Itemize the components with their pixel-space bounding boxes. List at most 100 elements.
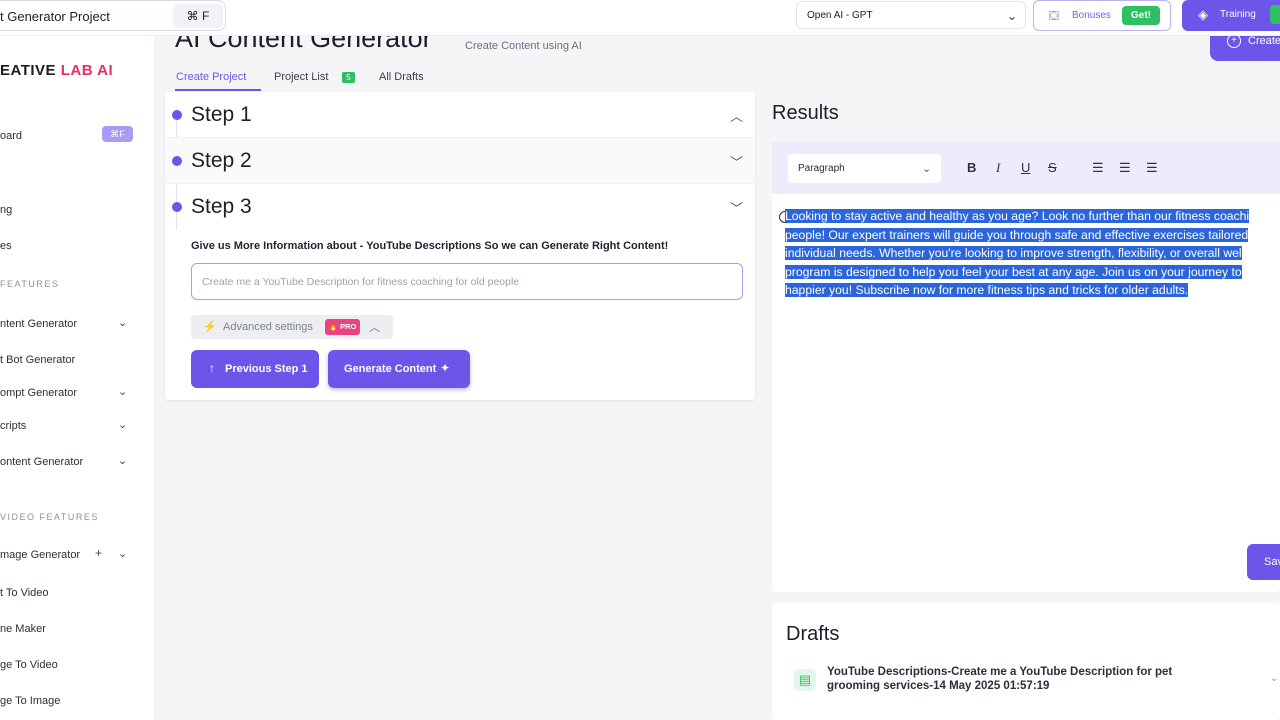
sidebar-item-chat-bot-generator[interactable]: t Bot Generator [0, 348, 150, 372]
result-line: Looking to stay active and healthy as yo… [785, 209, 1250, 223]
strikethrough-button[interactable]: S [1048, 160, 1057, 175]
chevron-down-icon: ⌄ [922, 163, 932, 175]
paragraph-style-select[interactable]: Paragraph ⌄ [788, 154, 941, 183]
paragraph-style-value: Paragraph [798, 163, 845, 174]
info-label: Give us More Information about - YouTube… [191, 240, 669, 252]
chevron-down-icon: ⌄ [118, 419, 128, 431]
sidebar-item-image-to-image[interactable]: ge To Image [0, 689, 150, 713]
draft-item[interactable]: YouTube Descriptions-Create me a YouTube… [827, 665, 1227, 693]
model-select[interactable]: Open AI - GPT ⌄ [796, 1, 1026, 29]
chevron-up-icon: ︿ [730, 109, 744, 124]
search-shortcut: ⌘ F [173, 4, 223, 28]
project-count-badge: 5 [342, 72, 355, 83]
results-title: Results [772, 102, 839, 124]
arrow-up-icon: ↑ [209, 361, 215, 375]
sidebar-item-text-to-video[interactable]: t To Video [0, 581, 150, 605]
plus-circle-icon: + [1227, 34, 1241, 48]
training-label: Training [1220, 9, 1256, 20]
sidebar-section-video-features: VIDEO FEATURES [0, 512, 99, 522]
step-dot [172, 110, 182, 120]
previous-step-button[interactable]: ↑ Previous Step 1 [191, 350, 319, 388]
model-select-value: Open AI - GPT [807, 10, 873, 21]
drafts-title: Drafts [786, 623, 840, 645]
sidebar-item-scripts[interactable]: cripts ⌄ [0, 414, 150, 438]
chevron-down-icon: ﹀ [730, 201, 744, 216]
step-dot [172, 156, 182, 166]
align-right-icon[interactable]: ☰ [1146, 160, 1158, 176]
sidebar-item-image-to-video[interactable]: ge To Video [0, 653, 150, 677]
graduation-cap-icon: ◈ [1198, 7, 1208, 22]
italic-button[interactable]: I [996, 160, 1000, 176]
logo-accent-text: LAB AI [60, 62, 114, 79]
sidebar-item-label: ge To Video [0, 659, 58, 671]
sidebar-item-label: es [0, 240, 12, 252]
chevron-down-icon[interactable]: ⌄ [1270, 673, 1278, 684]
steps-card: Step 1 ︿ Step 2 ﹀ Step 3 ﹀ Give us More … [165, 92, 755, 400]
logo: EATIVE LAB AI [0, 62, 113, 79]
tab-create-project[interactable]: Create Project [176, 71, 246, 83]
search-text: t Generator Project [0, 9, 110, 24]
bold-button[interactable]: B [967, 160, 976, 175]
result-content[interactable]: Looking to stay active and healthy as yo… [785, 207, 1280, 300]
sidebar-item-label: ne Maker [0, 623, 46, 635]
save-label: Sav [1264, 556, 1280, 568]
chevron-down-icon: ⌄ [118, 455, 128, 467]
step-label: Step 2 [191, 149, 252, 172]
sidebar-section-features: FEATURES [0, 279, 60, 289]
step-dot [172, 202, 182, 212]
top-bar: t Generator Project ⌘ F Open AI - GPT ⌄ … [0, 0, 1280, 36]
bonuses-label: Bonuses [1072, 10, 1111, 21]
info-input[interactable] [191, 263, 743, 300]
chevron-down-icon: ⌄ [1006, 9, 1017, 23]
plus-icon[interactable]: + [95, 547, 107, 559]
sidebar-item-scene-maker[interactable]: ne Maker [0, 617, 150, 641]
document-icon: ▤ [794, 669, 816, 691]
save-button[interactable]: Sav [1247, 544, 1280, 580]
result-line: happier you! Subscribe now for more fitn… [785, 283, 1189, 297]
tab-all-drafts[interactable]: All Drafts [379, 71, 424, 83]
previous-step-label: Previous Step 1 [225, 363, 308, 375]
search-box[interactable]: t Generator Project ⌘ F [0, 0, 226, 31]
align-center-icon[interactable]: ☰ [1119, 160, 1131, 176]
generate-content-label: Generate Content [344, 363, 437, 375]
sidebar-item-label: cripts [0, 420, 27, 432]
editor-toolbar: Paragraph ⌄ B I U S ☰ ☰ ☰ [772, 142, 1280, 194]
pro-badge: 🔥 PRO [325, 319, 360, 335]
logo-text: EATIVE [0, 62, 61, 79]
chevron-up-icon: ︿ [369, 322, 380, 334]
chevron-down-icon: ﹀ [730, 155, 744, 170]
bolt-icon: ⚡ [203, 321, 217, 333]
generate-content-button[interactable]: Generate Content ✦ [328, 350, 470, 388]
get-badge: Get! [1122, 6, 1160, 25]
sidebar-item-label: ontent Generator [0, 456, 84, 468]
sidebar-item-image-generator[interactable]: mage Generator + ⌄ [0, 543, 150, 567]
advanced-settings-toggle[interactable]: ⚡ Advanced settings 🔥 PRO ︿ [191, 315, 393, 339]
align-left-icon[interactable]: ☰ [1092, 160, 1104, 176]
chevron-down-icon: ⌄ [118, 317, 128, 329]
underline-button[interactable]: U [1021, 160, 1030, 175]
sidebar-item-social-content-generator[interactable]: ontent Generator ⌄ [0, 450, 150, 474]
sidebar-item-label: ntent Generator [0, 318, 78, 330]
step-label: Step 1 [191, 103, 252, 126]
sidebar-item-prompt-generator[interactable]: ompt Generator ⌄ [0, 381, 150, 405]
sidebar-item-content-generator[interactable]: ntent Generator ⌄ [0, 312, 150, 336]
training-button[interactable]: ◈ Training 1( [1182, 0, 1280, 31]
chevron-down-icon: ⌄ [118, 386, 128, 398]
active-tab-indicator [175, 89, 261, 91]
step-3-header[interactable]: Step 3 ﹀ [165, 184, 755, 230]
result-line: people! Our expert trainers will guide y… [785, 227, 1249, 242]
sidebar-item-dashboard[interactable]: oard ⌘F [0, 124, 150, 148]
step-1-header[interactable]: Step 1 ︿ [165, 92, 755, 138]
sidebar-item-label: t To Video [0, 587, 49, 599]
sidebar-item-label: ge To Image [0, 695, 61, 707]
bonuses-button[interactable]: ⛋ Bonuses Get! [1033, 0, 1171, 31]
step-2-header[interactable]: Step 2 ﹀ [165, 138, 755, 184]
sidebar-item-label: ng [0, 204, 13, 216]
sidebar-item-training[interactable]: ng [0, 198, 150, 222]
results-editor: Paragraph ⌄ B I U S ☰ ☰ ☰ Looking to sta… [772, 142, 1280, 592]
tab-bar: Create Project Project List 5 All Drafts [165, 62, 765, 92]
chevron-down-icon: ⌄ [118, 548, 128, 560]
drafts-panel: Drafts ▤ YouTube Descriptions-Create me … [772, 603, 1280, 720]
tab-project-list[interactable]: Project List [274, 71, 328, 83]
sidebar-item-bonuses[interactable]: es [0, 234, 150, 258]
